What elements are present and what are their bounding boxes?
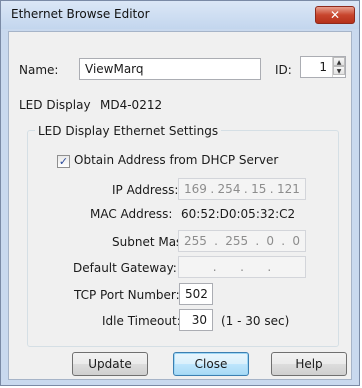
dialog-client-area: Name: ViewMarq ID: 1 ▲ ▼ LED Display MD4… <box>8 31 352 380</box>
ip-octet-4: 121 <box>277 182 300 196</box>
help-button[interactable]: Help <box>271 352 347 376</box>
close-button[interactable]: Close <box>173 352 249 376</box>
led-display-model: MD4-0212 <box>100 98 163 112</box>
subnet-dot: . <box>214 234 218 248</box>
default-gateway-field[interactable]: . . . <box>178 256 306 278</box>
led-display-label: LED Display <box>19 98 91 112</box>
subnet-octet-1: 255 <box>184 234 207 248</box>
subnet-mask-field[interactable]: 255. 255. 0. 0 <box>178 230 306 252</box>
title-bar[interactable]: Ethernet Browse Editor ✕ <box>1 1 359 29</box>
gateway-dot: . <box>212 260 217 274</box>
subnet-octet-2: 255 <box>225 234 249 248</box>
groupbox-title: LED Display Ethernet Settings <box>35 124 222 138</box>
idle-timeout-label: Idle Timeout: <box>102 314 181 328</box>
window-title: Ethernet Browse Editor <box>11 7 150 21</box>
ip-octet-1: 169 <box>184 182 207 196</box>
ip-dot: . <box>210 182 215 196</box>
subnet-dot: . <box>255 234 260 248</box>
idle-timeout-field[interactable]: 30 <box>179 309 213 331</box>
idle-timeout-range: (1 - 30 sec) <box>221 314 290 328</box>
ip-octet-2: 254 <box>217 182 241 196</box>
default-gateway-label: Default Gateway: <box>73 261 177 275</box>
spin-down-icon[interactable]: ▼ <box>333 66 345 75</box>
mac-address-value: 60:52:D0:05:32:C2 <box>181 207 296 221</box>
subnet-dot: . <box>281 234 286 248</box>
id-label: ID: <box>275 63 292 77</box>
spin-up-icon[interactable]: ▲ <box>333 57 345 66</box>
ethernet-browse-editor-dialog: Ethernet Browse Editor ✕ Name: ViewMarq … <box>0 0 360 386</box>
tcp-port-field[interactable]: 502 <box>179 283 213 305</box>
window-close-icon[interactable]: ✕ <box>315 6 355 24</box>
update-button[interactable]: Update <box>72 352 148 376</box>
ip-address-field[interactable]: 169. 254. 15. 121 <box>178 178 306 200</box>
name-field[interactable]: ViewMarq <box>79 58 261 80</box>
gateway-dot: . <box>267 260 272 274</box>
gateway-dot: . <box>240 260 244 274</box>
name-label: Name: <box>19 63 59 77</box>
subnet-octet-4: 0 <box>292 234 300 248</box>
ip-dot: . <box>269 182 274 196</box>
subnet-octet-3: 0 <box>266 234 275 248</box>
ip-octet-3: 15 <box>251 182 267 196</box>
mac-address-label: MAC Address: <box>90 207 173 221</box>
tcp-port-label: TCP Port Number: <box>74 288 180 302</box>
dhcp-checkbox[interactable]: ✓ <box>57 155 70 168</box>
ip-address-label: IP Address: <box>112 183 179 197</box>
dhcp-checkbox-label[interactable]: Obtain Address from DHCP Server <box>74 153 278 167</box>
id-spinner-buttons[interactable]: ▲ ▼ <box>332 57 345 77</box>
checkmark-icon: ✓ <box>58 155 69 168</box>
ip-dot: . <box>243 182 248 196</box>
